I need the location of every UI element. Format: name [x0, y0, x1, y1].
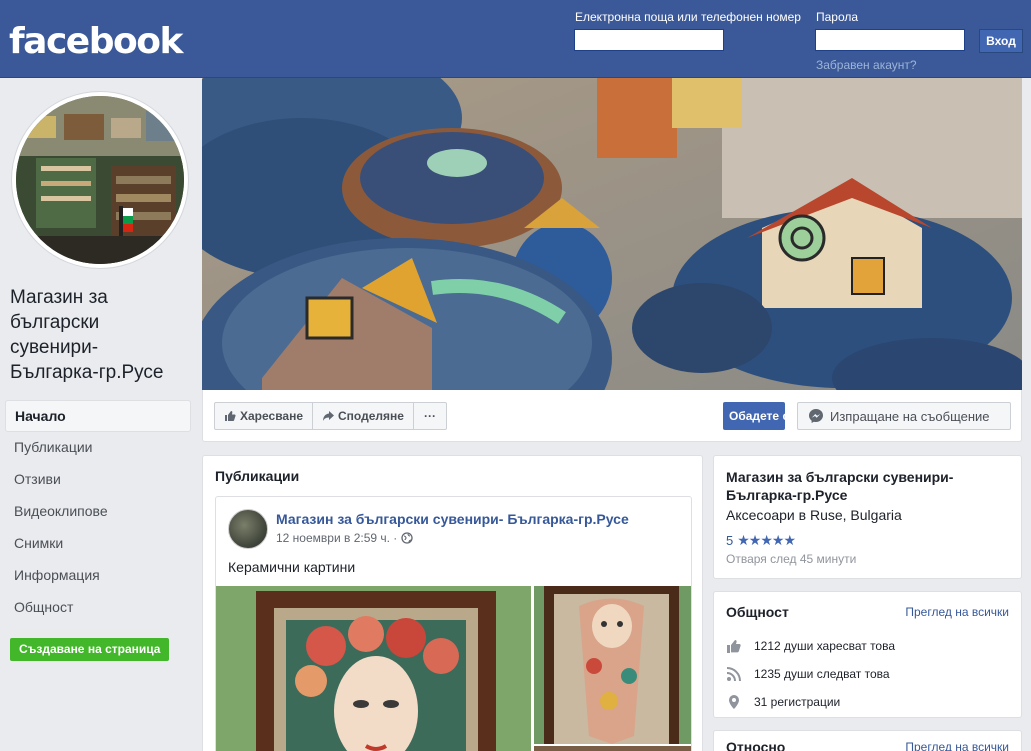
checkins-stat: 31 регистрации	[726, 694, 840, 710]
page-info-title[interactable]: Магазин за български сувенири- Българка-…	[726, 468, 1011, 504]
rss-icon	[726, 667, 741, 682]
community-heading: Общност	[726, 604, 789, 620]
messenger-icon	[809, 409, 823, 423]
send-message-button[interactable]: Изпращане на съобщение	[797, 402, 1011, 430]
likes-count: 1212 души харесват това	[754, 639, 896, 653]
thumbs-up-icon	[727, 640, 741, 653]
about-see-all-link[interactable]: Преглед на всички	[905, 740, 1009, 751]
posts-section: Публикации Магазин за български сувенири…	[202, 455, 703, 751]
share-button[interactable]: Споделяне	[313, 403, 414, 429]
page-sidebar-nav: Начало Публикации Отзиви Видеоклипове Сн…	[5, 400, 191, 624]
share-icon	[323, 411, 335, 421]
profile-picture[interactable]	[11, 91, 189, 269]
follows-stat: 1235 души следват това	[726, 666, 890, 682]
page-info-card: Магазин за български сувенири- Българка-…	[713, 455, 1022, 579]
about-card: Относно Преглед на всички	[713, 730, 1022, 751]
sidebar-item-photos[interactable]: Снимки	[5, 528, 191, 560]
thumbs-up-icon	[225, 411, 236, 421]
community-card: Общност Преглед на всички 1212 души харе…	[713, 591, 1022, 718]
email-field[interactable]	[574, 29, 724, 51]
page-category[interactable]: Аксесоари в Ruse, Bulgaria	[726, 507, 902, 523]
post-photo-1[interactable]	[216, 586, 531, 751]
page-rating[interactable]: 5 ★★★★★	[726, 532, 796, 549]
create-page-button[interactable]: Създаване на страница	[10, 638, 170, 661]
sidebar-item-community[interactable]: Общност	[5, 592, 191, 624]
sidebar-item-videos[interactable]: Видеоклипове	[5, 496, 191, 528]
post-photo-3[interactable]	[534, 746, 691, 751]
post-timestamp[interactable]: 12 ноември в 2:59 ч. ·	[276, 531, 397, 545]
sidebar-item-posts[interactable]: Публикации	[5, 432, 191, 464]
page-action-bar: Харесване Споделяне ··· Обадете се Изпра…	[202, 390, 1022, 442]
checkins-count: 31 регистрации	[754, 695, 841, 709]
top-bar: facebook Електронна поща или телефонен н…	[0, 0, 1031, 78]
call-button[interactable]: Обадете се	[723, 402, 785, 430]
post-photo-2[interactable]	[534, 586, 691, 744]
about-heading: Относно	[726, 739, 786, 751]
cover-photo[interactable]	[202, 78, 1022, 390]
sidebar-item-about[interactable]: Информация	[5, 560, 191, 592]
like-button[interactable]: Харесване	[215, 403, 314, 429]
password-field[interactable]	[815, 29, 965, 51]
sidebar-item-reviews[interactable]: Отзиви	[5, 464, 191, 496]
password-label: Парола	[816, 10, 859, 24]
map-pin-icon	[729, 695, 739, 709]
login-button[interactable]: Вход	[979, 29, 1023, 53]
likes-stat: 1212 души харесват това	[726, 638, 895, 654]
post-text: Керамични картини	[228, 559, 356, 575]
more-options-button[interactable]: ···	[414, 403, 446, 429]
share-label: Споделяне	[338, 409, 404, 423]
post-author-link[interactable]: Магазин за български сувенири- Българка-…	[276, 511, 629, 527]
community-see-all-link[interactable]: Преглед на всички	[905, 605, 1009, 619]
like-label: Харесване	[240, 409, 304, 423]
post-author-avatar[interactable]	[228, 509, 268, 549]
post-meta: 12 ноември в 2:59 ч. ·	[276, 531, 413, 545]
send-message-label: Изпращане на съобщение	[830, 408, 990, 424]
post-card: Магазин за български сувенири- Българка-…	[215, 496, 692, 751]
globe-icon	[401, 532, 413, 544]
forgot-account-link[interactable]: Забравен акаунт?	[816, 58, 917, 72]
opening-hours: Отваря след 45 минути	[726, 552, 857, 566]
facebook-logo[interactable]: facebook	[9, 18, 183, 66]
follows-count: 1235 души следват това	[754, 667, 890, 681]
star-rating-icon: ★★★★★	[737, 532, 796, 548]
sidebar-item-home[interactable]: Начало	[5, 400, 191, 432]
rating-value: 5	[726, 533, 734, 548]
email-label: Електронна поща или телефонен номер	[575, 10, 801, 24]
profile-photo	[16, 96, 184, 264]
action-button-group: Харесване Споделяне ···	[214, 402, 447, 430]
posts-heading: Публикации	[215, 468, 300, 484]
page-title: Магазин за български сувенири- Българка-…	[10, 287, 164, 383]
